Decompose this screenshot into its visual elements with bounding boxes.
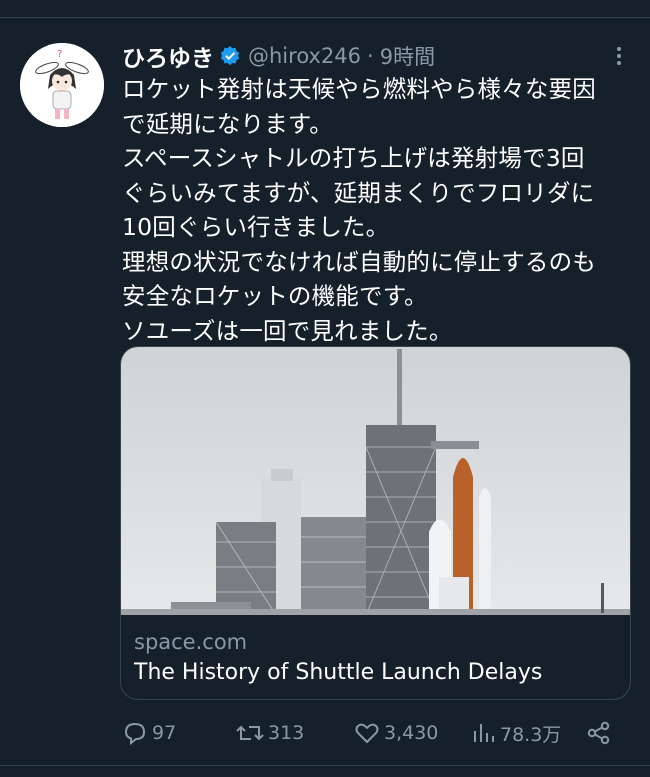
like-count: 3,430	[384, 722, 439, 744]
share-button[interactable]	[586, 715, 616, 751]
timestamp[interactable]: 9時間	[380, 41, 435, 71]
avatar-illustration: ?	[20, 43, 104, 127]
tweet-text-line: で延期になります。	[122, 109, 333, 138]
user-handle[interactable]: @hirox246	[248, 44, 361, 68]
reply-count: 97	[152, 722, 177, 744]
views-chart-icon	[474, 724, 494, 742]
like-button[interactable]: 3,430	[354, 715, 438, 751]
tweet-header: ひろゆき @hirox246 · 9時間	[122, 38, 435, 74]
tweet-text-line: ソユーズは一回で見れました。	[122, 316, 453, 345]
card-domain: space.com	[134, 630, 248, 654]
svg-text:?: ?	[57, 49, 62, 60]
divider-top	[0, 17, 650, 18]
avatar[interactable]: ?	[20, 43, 104, 127]
tweet-text: ロケット発射は天候やら燃料やら様々な要因 で延期になります。 スペースシャトルの…	[122, 72, 637, 348]
divider-bottom	[0, 765, 650, 766]
separator-dot: ·	[367, 44, 374, 68]
heart-icon	[355, 723, 379, 743]
views-button[interactable]: 78.3万	[472, 715, 561, 751]
tweet-text-line: ぐらいみてますが、延期まくりでフロリダに	[122, 178, 595, 207]
card-title[interactable]: The History of Shuttle Launch Delays	[134, 660, 542, 685]
verified-badge-icon	[219, 45, 241, 67]
reply-button[interactable]: 97	[122, 715, 176, 751]
more-options-icon[interactable]	[612, 44, 626, 68]
retweet-count: 313	[268, 722, 305, 744]
action-bar: 97 313 3,430 78.3万	[0, 715, 650, 751]
retweet-icon	[236, 725, 264, 741]
tweet-text-line: スペースシャトルの打ち上げは発射場で3回	[122, 144, 585, 172]
tweet-text-line: ロケット発射は天候やら燃料やら様々な要因	[122, 75, 596, 103]
tweet[interactable]: ? ひろゆき @hirox246 · 9時間 ロケット発射は天候やら燃料やら様々…	[0, 0, 650, 777]
reply-icon	[124, 722, 146, 746]
tweet-text-line: 安全なロケットの機能です。	[122, 282, 428, 310]
tweet-text-line: 10回ぐらい行きました。	[122, 213, 390, 241]
retweet-button[interactable]: 313	[236, 715, 304, 751]
views-count: 78.3万	[500, 723, 562, 746]
tweet-text-line: 理想の状況でなければ自動的に停止するのも	[122, 247, 596, 276]
display-name[interactable]: ひろゆき	[122, 39, 214, 73]
share-icon	[587, 721, 610, 745]
card-image-shuttle-launch-pad[interactable]	[121, 347, 631, 615]
link-card[interactable]: space.com The History of Shuttle Launch …	[120, 346, 631, 700]
